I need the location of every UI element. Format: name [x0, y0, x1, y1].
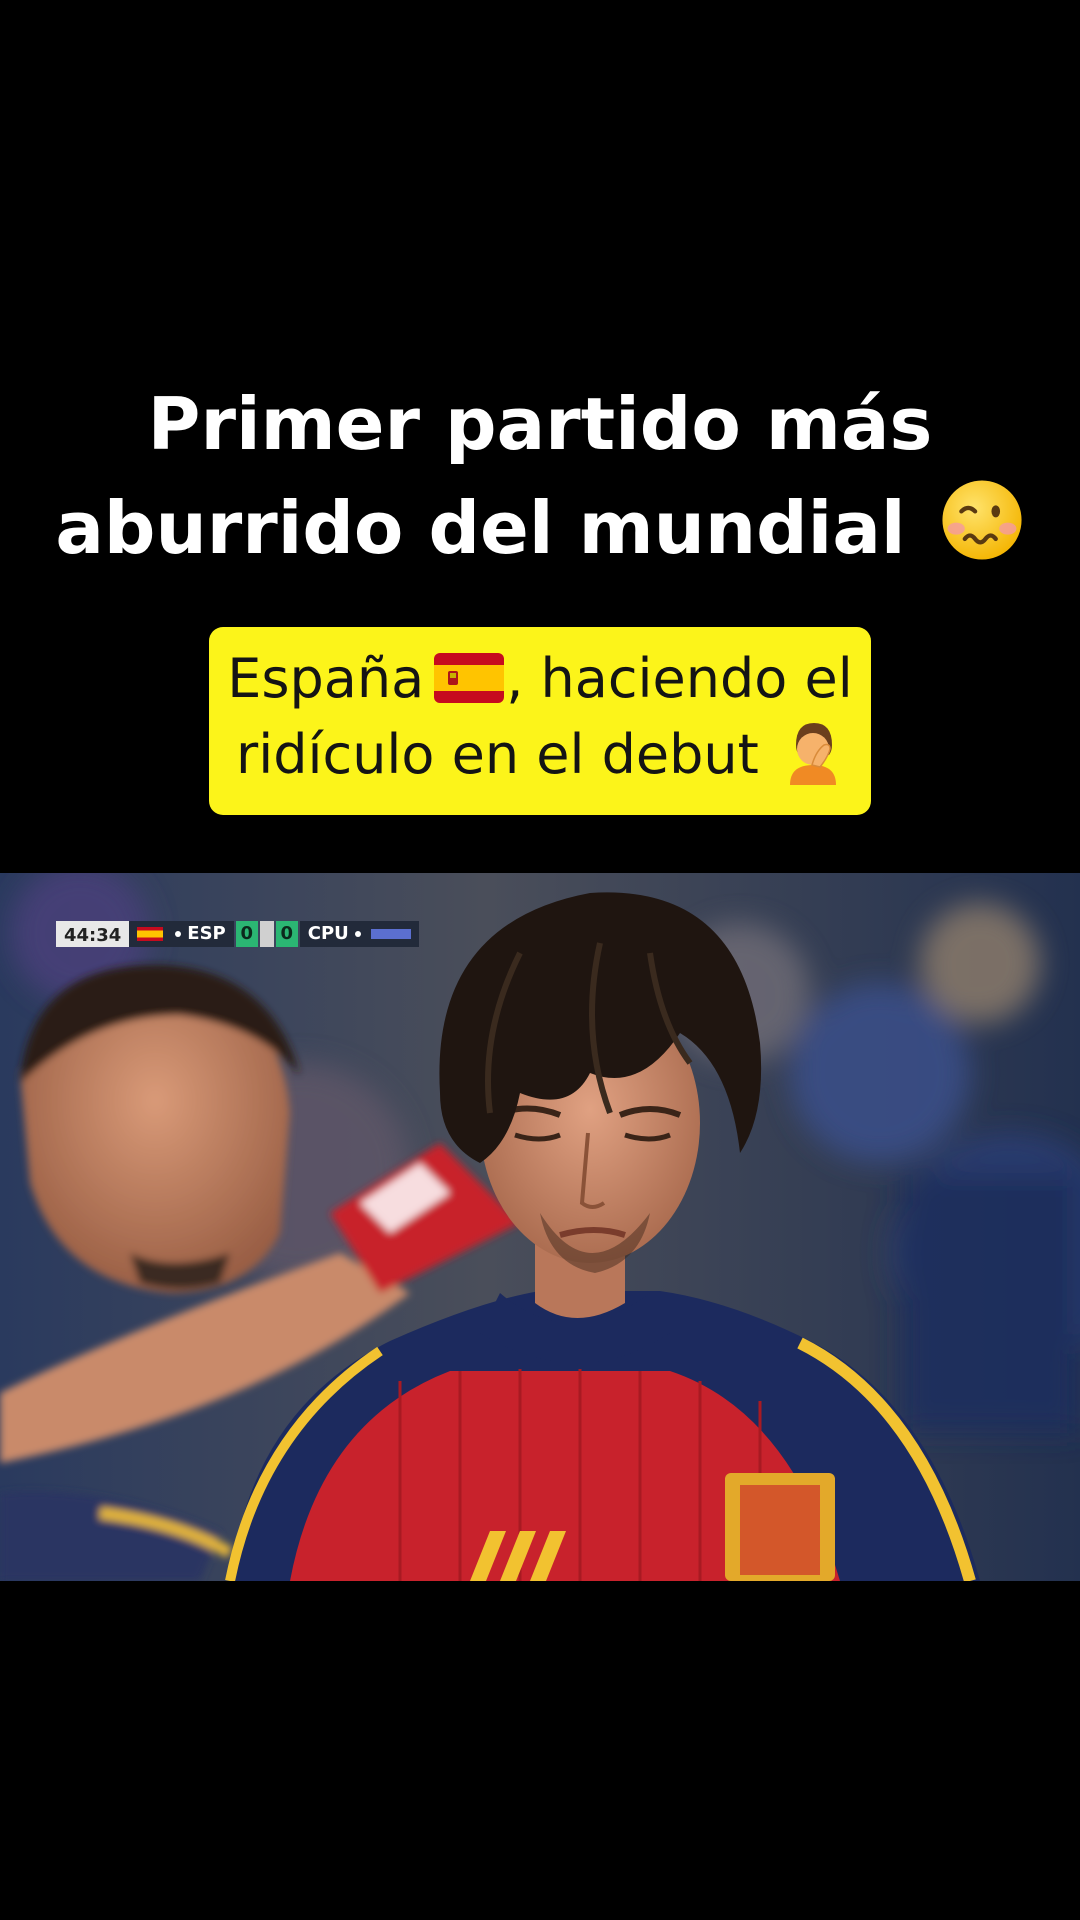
home-team: ESP: [129, 921, 234, 947]
caption-line-1-text: España: [227, 647, 425, 710]
video-still-image: [0, 873, 1080, 1581]
home-team-code: ESP: [187, 923, 226, 944]
away-score: 0: [275, 921, 298, 947]
spain-flag-icon: [434, 653, 505, 703]
match-clock: 44:34: [56, 921, 130, 947]
home-score: 0: [235, 921, 258, 947]
video-post: Primer partido más aburrido del mundial: [0, 0, 1080, 1920]
dot-icon: [175, 931, 182, 937]
caption-line-2: ridículo en el debut: [209, 717, 871, 793]
headline: Primer partido más aburrido del mundial: [0, 372, 1080, 580]
scoreboard-overlay: 44:34 ESP 0 0 CPU: [56, 919, 419, 949]
caption-box: España , haciendo el ridículo en el debu…: [209, 627, 871, 815]
headline-line-2: aburrido del mundial: [0, 476, 1080, 580]
caption-line-2-text: ridículo en el debut: [236, 723, 759, 786]
score-separator: [259, 921, 274, 947]
woozy-face-icon: [942, 480, 1022, 560]
dot-icon: [354, 931, 361, 937]
away-flag-icon: [370, 929, 411, 939]
caption-line-1: España , haciendo el: [209, 641, 871, 717]
away-team-code: CPU: [307, 923, 349, 944]
home-flag-icon: [137, 927, 164, 941]
caption-line-1-rest: , haciendo el: [506, 647, 853, 710]
video-frame[interactable]: 44:34 ESP 0 0 CPU: [0, 873, 1080, 1581]
headline-line-2-text: aburrido del mundial: [55, 486, 906, 570]
away-team: CPU: [299, 921, 419, 947]
person-facepalming-icon: [789, 723, 836, 785]
headline-line-1: Primer partido más: [147, 382, 933, 466]
